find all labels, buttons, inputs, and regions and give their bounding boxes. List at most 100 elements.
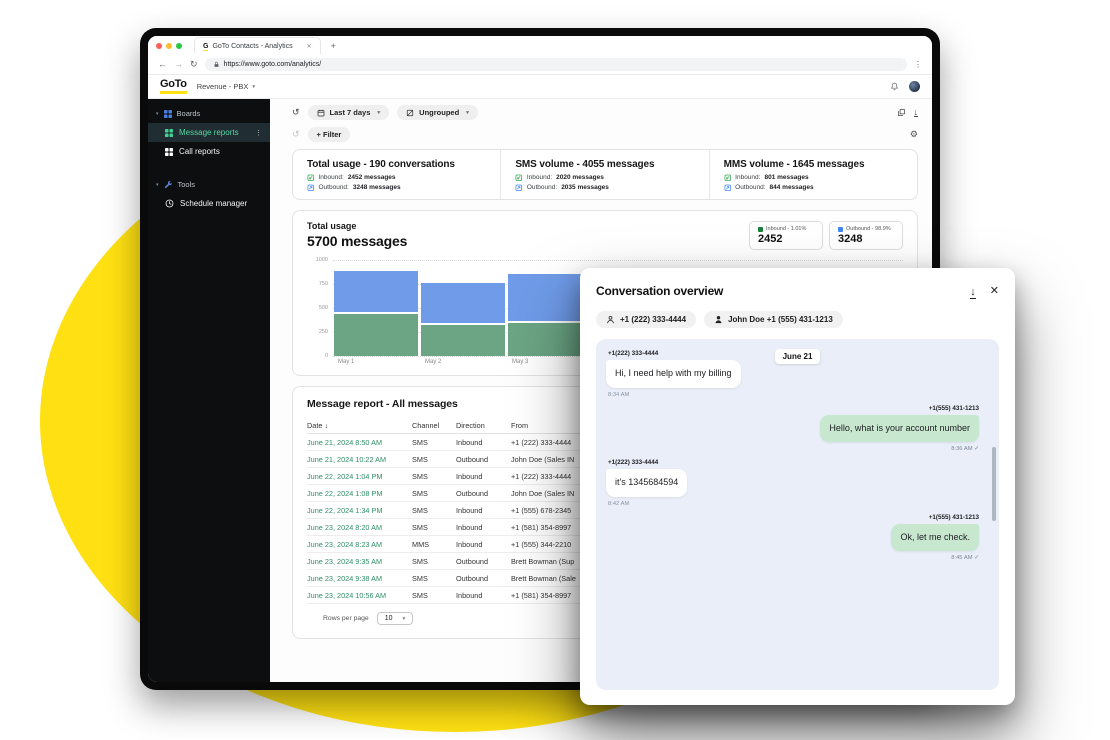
chat-message-right: +1(555) 431-1213Ok, let me check.8:45 AM… — [606, 514, 989, 562]
participant-pill[interactable]: John Doe +1 (555) 431-1213 — [704, 311, 843, 328]
table-cell: SMS — [412, 506, 456, 515]
table-cell: Outbound — [456, 455, 511, 464]
tab-close-icon[interactable]: ✕ — [307, 43, 312, 50]
stats-summary-card: Total usage - 190 conversationsInbound:2… — [292, 149, 918, 200]
window-controls — [156, 43, 182, 49]
caret-down-icon: ▾ — [156, 182, 159, 188]
chat-messages: +1(222) 333-4444Hi, I need help with my … — [606, 350, 989, 561]
app-header: GoTo Revenue - PBX ▾ — [148, 75, 932, 99]
user-avatar[interactable] — [909, 81, 920, 92]
date-link[interactable]: June 22, 2024 1:08 PM — [307, 489, 412, 498]
date-link[interactable]: June 23, 2024 8:23 AM — [307, 540, 412, 549]
workspace-selector[interactable]: Revenue - PBX ▾ — [197, 82, 255, 91]
refresh-icon[interactable]: ↺ — [292, 108, 300, 117]
copy-board-icon[interactable] — [897, 108, 906, 117]
table-cell: SMS — [412, 523, 456, 532]
toolbar-row-2: ↺ + Filter ⚙ — [292, 127, 918, 142]
chart-bars — [334, 260, 592, 356]
message-timestamp: 8:34 AM — [608, 392, 989, 398]
stat-inbound-line: Inbound:2452 messages — [307, 174, 486, 182]
add-filter-button[interactable]: + Filter — [308, 127, 351, 142]
table-cell: Outbound — [456, 557, 511, 566]
sidebar-item-schedule-manager[interactable]: Schedule manager — [148, 194, 270, 213]
table-cell: Inbound — [456, 540, 511, 549]
minimize-window-button[interactable] — [166, 43, 172, 49]
chat-scrollbar[interactable] — [992, 447, 996, 521]
date-link[interactable]: June 22, 2024 1:34 PM — [307, 506, 412, 515]
calendar-icon — [317, 109, 325, 117]
new-tab-button[interactable]: + — [331, 41, 336, 51]
stat-line-label: Outbound: — [319, 184, 349, 191]
message-sender: +1(555) 431-1213 — [608, 405, 979, 412]
chart-y-tick: 1000 — [307, 257, 328, 263]
maximize-window-button[interactable] — [176, 43, 182, 49]
table-cell: Outbound — [456, 489, 511, 498]
column-header-date[interactable]: Date ↓ — [307, 421, 412, 430]
date-link[interactable]: June 21, 2024 8:50 AM — [307, 438, 412, 447]
legend-value: 2452 — [758, 233, 814, 245]
grid-icon — [165, 129, 173, 137]
participant-pill[interactable]: +1 (222) 333-4444 — [596, 311, 696, 328]
date-range-filter[interactable]: Last 7 days ▾ — [308, 105, 390, 120]
usage-card-total: 5700 messages — [307, 233, 749, 249]
kebab-menu-icon[interactable]: ⋮ — [255, 129, 262, 137]
lock-icon — [213, 61, 220, 68]
table-cell: SMS — [412, 557, 456, 566]
date-link[interactable]: June 23, 2024 10:56 AM — [307, 591, 412, 600]
rows-per-page-label: Rows per page — [323, 615, 369, 622]
table-cell: Inbound — [456, 506, 511, 515]
table-cell: SMS — [412, 438, 456, 447]
notifications-bell-icon[interactable] — [890, 82, 899, 91]
table-cell: MMS — [412, 540, 456, 549]
outbound-message-icon — [515, 184, 523, 192]
column-header-direction[interactable]: Direction — [456, 421, 511, 430]
sidebar-section-tools[interactable]: ▾Tools — [148, 175, 270, 194]
stat-line-label: Inbound: — [735, 174, 760, 181]
stat-title: Total usage - 190 conversations — [307, 159, 486, 170]
date-link[interactable]: June 23, 2024 9:38 AM — [307, 574, 412, 583]
sidebar-item-label: Schedule manager — [180, 199, 247, 208]
date-link[interactable]: June 23, 2024 8:20 AM — [307, 523, 412, 532]
stat-section: MMS volume - 1645 messagesInbound:801 me… — [709, 150, 917, 199]
person-filled-icon — [714, 315, 723, 324]
column-header-channel[interactable]: Channel — [412, 421, 456, 430]
workspace-label: Revenue - PBX — [197, 82, 249, 91]
message-sender: +1(555) 431-1213 — [608, 514, 979, 521]
browser-tab[interactable]: G GoTo Contacts - Analytics ✕ — [194, 37, 321, 55]
forward-icon[interactable]: → — [174, 60, 183, 69]
stat-title: MMS volume - 1645 messages — [724, 159, 903, 170]
stat-line-value: 2020 messages — [556, 174, 604, 181]
rows-per-page-select[interactable]: 10 ▾ — [377, 612, 414, 625]
settings-gear-icon[interactable]: ⚙ — [910, 129, 918, 140]
stacked-bar[interactable] — [421, 260, 505, 356]
sidebar-item-call-reports[interactable]: Call reports — [148, 142, 270, 161]
stat-section: Total usage - 190 conversations Inbound:2… — [293, 150, 500, 199]
browser-menu-icon[interactable]: ⋮ — [914, 60, 922, 69]
refresh-icon-disabled[interactable]: ↺ — [292, 130, 300, 139]
date-link[interactable]: June 22, 2024 1:04 PM — [307, 472, 412, 481]
download-icon[interactable]: ↓ — [914, 108, 919, 118]
usage-card-title: Total usage — [307, 221, 749, 231]
date-link[interactable]: June 21, 2024 10:22 AM — [307, 455, 412, 464]
back-icon[interactable]: ← — [158, 60, 167, 69]
chart-y-tick: 500 — [307, 305, 328, 311]
close-window-button[interactable] — [156, 43, 162, 49]
download-conversation-icon[interactable]: ↓ — [970, 282, 976, 300]
tools-icon — [164, 180, 173, 189]
sidebar-section-boards[interactable]: ▾Boards — [148, 104, 270, 123]
table-cell: SMS — [412, 455, 456, 464]
close-icon[interactable]: ✕ — [990, 286, 999, 297]
outbound-message-icon — [724, 184, 732, 192]
caret-down-icon: ▾ — [156, 111, 159, 117]
stat-section: SMS volume - 4055 messagesInbound:2020 m… — [500, 150, 708, 199]
sidebar-item-message-reports[interactable]: Message reports⋮ — [148, 123, 270, 142]
stacked-bar[interactable] — [334, 260, 418, 356]
url-bar[interactable]: https://www.goto.com/analytics/ — [205, 58, 907, 71]
table-cell: Outbound — [456, 574, 511, 583]
stat-line-value: 2452 messages — [348, 174, 396, 181]
grouping-filter[interactable]: Ungrouped ▾ — [397, 105, 478, 120]
legend-label-row: Inbound - 1.01% — [758, 226, 814, 232]
date-link[interactable]: June 23, 2024 9:35 AM — [307, 557, 412, 566]
chat-message-right: +1(555) 431-1213Hello, what is your acco… — [606, 405, 989, 453]
reload-icon[interactable]: ↻ — [190, 60, 198, 69]
